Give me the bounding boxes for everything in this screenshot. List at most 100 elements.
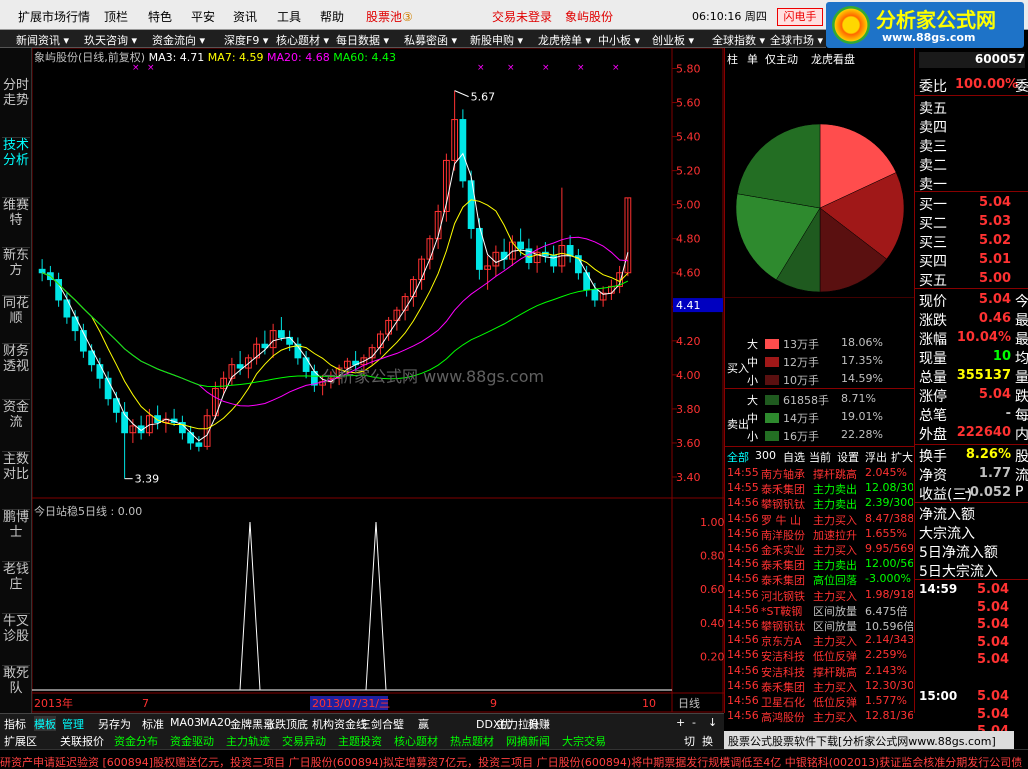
flash-trade-button[interactable]: 闪电手 — [777, 8, 823, 26]
news-tab-1[interactable]: 300 — [755, 449, 776, 462]
menu-item-top-bar[interactable]: 顶栏 — [104, 8, 128, 25]
left-tab-9[interactable]: 老钱庄 — [2, 562, 30, 614]
toolbar-item-6[interactable]: 私募密函 ▾ — [404, 32, 457, 48]
order-tab-0[interactable]: 柱 — [727, 51, 738, 67]
ext-tab-4[interactable]: 主力轨迹 — [226, 733, 270, 749]
switch-button-b[interactable]: 换 — [702, 733, 713, 749]
news-tab-2[interactable]: 自选 — [783, 449, 805, 465]
menu-item-news[interactable]: 资讯 — [233, 8, 257, 25]
menu-item-pingan[interactable]: 平安 — [191, 8, 215, 25]
indicator-tab-1[interactable]: 模板 — [34, 716, 56, 732]
toolbar-item-9[interactable]: 中小板 ▾ — [598, 32, 640, 48]
news-stock[interactable]: *ST鞍钢 — [761, 603, 802, 619]
indicator-tab-0[interactable]: 指标 — [4, 716, 26, 732]
left-tab-8[interactable]: 鹏博士 — [2, 510, 30, 562]
indicator-tab-11[interactable]: 赢 — [418, 716, 429, 732]
news-stock[interactable]: 安洁科技 — [761, 648, 805, 664]
left-tab-6[interactable]: 资金流 — [2, 400, 30, 452]
menu-item-extended-market[interactable]: 扩展市场行情 — [18, 8, 90, 25]
flow-label[interactable]: 5日大宗流入 — [919, 561, 998, 581]
indicator-tab-14[interactable]: 稳赚 — [528, 716, 550, 732]
trade-status[interactable]: 交易未登录 — [492, 8, 552, 25]
left-tab-1[interactable]: 技术分析 — [2, 138, 30, 198]
toolbar-item-11[interactable]: 全球指数 ▾ — [712, 32, 765, 48]
ext-tab-7[interactable]: 核心题材 — [394, 733, 438, 749]
news-stock[interactable]: 泰禾集团 — [761, 679, 805, 695]
news-stock[interactable]: 泰禾集团 — [761, 557, 805, 573]
indicator-tab-3[interactable]: 另存为 — [98, 716, 131, 732]
order-tab-3[interactable]: 龙虎看盘 — [811, 51, 855, 67]
news-tab-4[interactable]: 设置 — [837, 449, 859, 465]
indicator-tab-6[interactable]: MA20 — [200, 716, 231, 729]
news-stock[interactable]: 南洋股份 — [761, 527, 805, 543]
news-stock[interactable]: 高鸿股份 — [761, 709, 805, 725]
left-tab-7[interactable]: 主数对比 — [2, 452, 30, 510]
signal-marker: × — [477, 63, 485, 73]
news-stock[interactable]: 卫星石化 — [761, 694, 805, 710]
left-tab-10[interactable]: 牛叉诊股 — [2, 614, 30, 666]
toolbar-item-4[interactable]: 核心题材 ▾ — [276, 32, 329, 48]
left-tab-4[interactable]: 同花顺 — [2, 296, 30, 344]
stock-pool-menu[interactable]: 股票池③ — [366, 8, 413, 25]
indicator-tab-4[interactable]: 标准 — [142, 716, 164, 732]
ext-tab-2[interactable]: 资金分布 — [114, 733, 158, 749]
indicator-tab-8[interactable]: 涨跌顶底 — [264, 716, 308, 732]
left-tab-11[interactable]: 敢死队 — [2, 666, 30, 714]
indicator-tab-5[interactable]: MA03 — [170, 716, 201, 729]
menu-item-tools[interactable]: 工具 — [277, 8, 301, 25]
toolbar-item-7[interactable]: 新股申购 ▾ — [470, 32, 523, 48]
left-tab-2[interactable]: 维赛特 — [2, 198, 30, 248]
news-ticker[interactable]: 研资产申请延迟验资 [600894]股权赠送亿元，投资三项目 广日股份(6008… — [0, 749, 1028, 769]
left-tab-5[interactable]: 财务透视 — [2, 344, 30, 400]
flow-label[interactable]: 大宗流入 — [919, 523, 975, 543]
indicator-tab-9[interactable]: 机构资金线 — [312, 716, 367, 732]
left-tab-3[interactable]: 新东方 — [2, 248, 30, 296]
ext-tab-6[interactable]: 主题投资 — [338, 733, 382, 749]
ext-tab-10[interactable]: 大宗交易 — [562, 733, 606, 749]
switch-button-a[interactable]: 切 — [684, 733, 695, 749]
news-stock[interactable]: 罗 牛 山 — [761, 512, 801, 528]
news-stock[interactable]: 攀钢钒钛 — [761, 618, 805, 634]
toolbar-item-10[interactable]: 创业板 ▾ — [652, 32, 694, 48]
indicator-tab-2[interactable]: 管理 — [62, 716, 84, 732]
news-stock[interactable]: 金禾实业 — [761, 542, 805, 558]
news-stock[interactable]: 河北钢铁 — [761, 588, 805, 604]
ext-tab-9[interactable]: 网摘新闻 — [506, 733, 550, 749]
ext-tab-1[interactable]: 关联报价 — [60, 733, 104, 749]
kline-chart-area[interactable]: 5.805.605.405.205.004.804.604.404.204.00… — [32, 48, 724, 713]
kline-chart[interactable]: 5.805.605.405.205.004.804.604.404.204.00… — [32, 48, 724, 713]
ext-tab-8[interactable]: 热点题材 — [450, 733, 494, 749]
ext-tab-5[interactable]: 交易异动 — [282, 733, 326, 749]
news-stock[interactable]: 攀钢钒钛 — [761, 496, 805, 512]
ext-tab-0[interactable]: 扩展区 — [4, 733, 37, 749]
news-stock[interactable]: 安洁科技 — [761, 664, 805, 680]
indicator-ctrl-2[interactable]: ↓ — [708, 716, 717, 729]
news-stock[interactable]: 南方轴承 — [761, 466, 805, 482]
toolbar-item-12[interactable]: 全球市场 ▾ — [770, 32, 823, 48]
order-tab-2[interactable]: 仅主动 — [765, 51, 798, 67]
ext-tab-3[interactable]: 资金驱动 — [170, 733, 214, 749]
toolbar-item-3[interactable]: 深度F9 ▾ — [224, 32, 268, 48]
toolbar-item-2[interactable]: 资金流向 ▾ — [152, 32, 205, 48]
ad-banner[interactable]: 股票公式股票软件下载[分析家公式网www.88gs.com] — [724, 731, 1014, 749]
news-tab-5[interactable]: 浮出 — [865, 449, 887, 465]
news-stock[interactable]: 泰禾集团 — [761, 572, 805, 588]
news-stock[interactable]: 京东方A — [761, 633, 802, 649]
toolbar-item-1[interactable]: 玖天咨询 ▾ — [84, 32, 137, 48]
indicator-ctrl-1[interactable]: - — [692, 716, 696, 729]
toolbar-item-5[interactable]: 每日数据 ▾ — [336, 32, 389, 48]
indicator-ctrl-0[interactable]: + — [676, 716, 685, 729]
news-tab-0[interactable]: 全部 — [727, 449, 749, 465]
left-tab-0[interactable]: 分时走势 — [2, 78, 30, 138]
menu-item-help[interactable]: 帮助 — [320, 8, 344, 25]
toolbar-item-0[interactable]: 新闻资讯 ▾ — [16, 32, 69, 48]
order-tab-1[interactable]: 单 — [747, 51, 758, 67]
news-tab-6[interactable]: 扩大 — [891, 449, 913, 465]
toolbar-item-8[interactable]: 龙虎榜单 ▾ — [538, 32, 591, 48]
flow-label[interactable]: 净流入额 — [919, 504, 975, 524]
flow-label[interactable]: 5日净流入额 — [919, 542, 998, 562]
news-tab-3[interactable]: 当前 — [809, 449, 831, 465]
news-stock[interactable]: 泰禾集团 — [761, 481, 805, 497]
indicator-tab-10[interactable]: 三剑合璧 — [360, 716, 404, 732]
menu-item-features[interactable]: 特色 — [148, 8, 172, 25]
